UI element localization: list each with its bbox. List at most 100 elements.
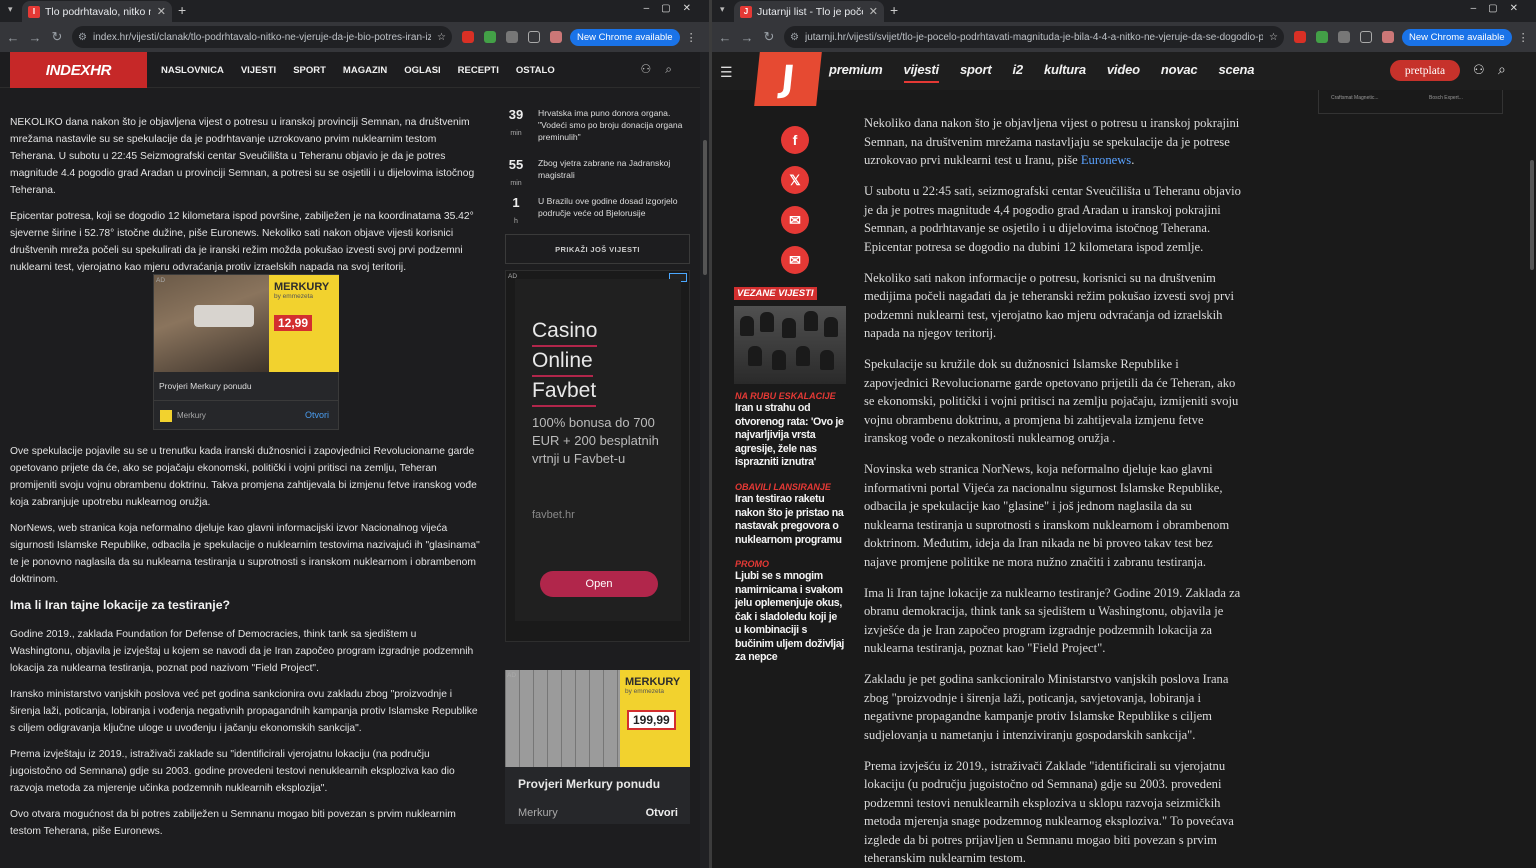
menu-dots-icon[interactable]: ⋮ [1518, 31, 1529, 44]
nav-premium[interactable]: premium [829, 62, 883, 83]
show-more-news-button[interactable]: PRIKAŽI JOŠ VIJESTI [505, 234, 690, 264]
new-chrome-button[interactable]: New Chrome available [1402, 28, 1512, 46]
site-info-icon[interactable]: ⚙ [78, 32, 87, 43]
back-icon[interactable]: ← [2, 30, 24, 45]
new-tab-icon[interactable]: + [890, 2, 898, 18]
tab-jutarnji[interactable]: J Jutarnji list - Tlo je počel ✕ [734, 1, 884, 22]
article-text: . [1131, 153, 1135, 167]
figure-shape [824, 317, 838, 337]
nav-recepti[interactable]: RECEPTI [458, 65, 499, 76]
nav-i2[interactable]: i2 [1013, 62, 1024, 83]
main-nav: NASLOVNICA VIJESTI SPORT MAGAZIN OGLASI … [161, 65, 572, 76]
url-text: index.hr/vijesti/clanak/tlo-podrhtavalo-… [92, 31, 432, 43]
news-item[interactable]: 55 min Zbog vjetra zabrane na Jadranskoj … [505, 157, 690, 190]
site-header: ☰ premium vijesti sport i2 kultura video… [712, 52, 1536, 90]
messenger-share-icon[interactable]: ✉ [781, 206, 809, 234]
facebook-share-icon[interactable]: f [781, 126, 809, 154]
nav-oglasi[interactable]: OGLASI [404, 65, 440, 76]
new-tab-icon[interactable]: + [178, 2, 186, 18]
index-logo[interactable]: INDEXHR [10, 52, 147, 88]
window-controls[interactable]: –▢✕ [1471, 3, 1530, 14]
extensions-puzzle-icon[interactable] [528, 31, 540, 43]
add-user-icon[interactable]: ⚇ [1473, 62, 1485, 78]
extension-icon[interactable] [1316, 31, 1328, 43]
nav-magazin[interactable]: MAGAZIN [343, 65, 387, 76]
tab-title: Jutarnji list - Tlo je počel [757, 5, 863, 18]
extension-icon[interactable] [506, 31, 518, 43]
extension-icon[interactable] [1294, 31, 1306, 43]
bookmark-star-icon[interactable]: ☆ [437, 32, 446, 43]
merkury-ad[interactable]: AD MERKURY by emmezeta 12,99 Provjeri Me… [153, 274, 339, 430]
ad-label: AD [507, 672, 517, 679]
scrollbar-thumb[interactable] [1530, 160, 1534, 270]
forward-icon[interactable]: → [736, 30, 758, 45]
nav-vijesti[interactable]: vijesti [903, 62, 939, 83]
related-item[interactable]: PROMO Ljubi se s mnogim namirnicama i sv… [735, 559, 845, 665]
site-info-icon[interactable]: ⚙ [790, 32, 799, 43]
related-item[interactable]: NA RUBU ESKALACIJE Iran u strahu od otvo… [735, 391, 845, 470]
ad-price: 199,99 [627, 710, 676, 730]
extensions-puzzle-icon[interactable] [1360, 31, 1372, 43]
related-item[interactable]: OBAVILI LANSIRANJE Iran testirao raketu … [735, 482, 845, 547]
tab-index[interactable]: I Tlo podrhtavalo, nitko ne ✕ [22, 1, 172, 22]
ad-open-link[interactable]: Otvori [646, 807, 678, 819]
merkury-ad[interactable]: AD MERKURY by emmezeta 199,99 Provjeri M… [505, 670, 690, 824]
extension-icon[interactable] [462, 31, 474, 43]
related-news-image[interactable] [734, 306, 846, 384]
profile-avatar[interactable] [1382, 31, 1394, 43]
nav-sport[interactable]: sport [960, 62, 992, 83]
scrollbar-thumb[interactable] [703, 140, 707, 275]
top-ad-strip[interactable]: Craftsmat Magnetic... Bosch Expert... [1318, 90, 1503, 114]
article-paragraph: Godine 2019., zaklada Foundation for Def… [10, 629, 474, 674]
url-text: jutarnji.hr/vijesti/svijet/tlo-je-pocelo… [804, 31, 1264, 43]
back-icon[interactable]: ← [714, 30, 736, 45]
bookmark-star-icon[interactable]: ☆ [1269, 32, 1278, 43]
news-time: 1 [512, 195, 520, 210]
extension-icon[interactable] [1338, 31, 1350, 43]
search-icon[interactable]: ⌕ [665, 62, 686, 76]
forward-icon[interactable]: → [24, 30, 46, 45]
x-share-icon[interactable]: 𝕏 [781, 166, 809, 194]
tab-search-icon[interactable]: ▾ [720, 4, 725, 15]
menu-dots-icon[interactable]: ⋮ [686, 31, 697, 44]
related-kicker: OBAVILI LANSIRANJE [735, 482, 831, 492]
hamburger-menu-icon[interactable]: ☰ [720, 64, 733, 81]
profile-avatar[interactable] [550, 31, 562, 43]
euronews-link[interactable]: Euronews [1081, 153, 1131, 167]
nav-video[interactable]: video [1107, 62, 1140, 83]
nav-scena[interactable]: scena [1218, 62, 1254, 83]
window-controls[interactable]: –▢✕ [644, 3, 703, 14]
email-share-icon[interactable]: ✉ [781, 246, 809, 274]
reload-icon[interactable]: ↻ [46, 29, 68, 45]
figure-shape [760, 312, 774, 332]
news-item[interactable]: 1 h U Brazilu ove godine dosad izgorjelo … [505, 195, 690, 228]
new-chrome-button[interactable]: New Chrome available [570, 28, 680, 46]
reload-icon[interactable]: ↻ [758, 29, 780, 45]
extension-icon[interactable] [484, 31, 496, 43]
merkury-logo-icon [160, 410, 172, 422]
nav-ostalo[interactable]: OSTALO [516, 65, 555, 76]
address-bar[interactable]: ⚙ index.hr/vijesti/clanak/tlo-podrhtaval… [72, 26, 452, 48]
nav-sport[interactable]: SPORT [293, 65, 326, 76]
user-icon[interactable]: ⚇ [641, 62, 666, 76]
jutarnji-logo[interactable]: J [754, 52, 822, 106]
nav-naslovnica[interactable]: NASLOVNICA [161, 65, 224, 76]
subscribe-button[interactable]: pretplata [1390, 60, 1460, 81]
ad-open-link[interactable]: Otvori [305, 410, 329, 420]
article-body: Ove spekulacije pojavile su se u trenutk… [10, 443, 480, 849]
close-tab-icon[interactable]: ✕ [157, 5, 166, 18]
nav-novac[interactable]: novac [1161, 62, 1198, 83]
ad-brand-sub: by emmezeta [625, 688, 665, 695]
related-kicker: PROMO [735, 559, 770, 569]
figure-shape [772, 350, 786, 370]
address-bar[interactable]: ⚙ jutarnji.hr/vijesti/svijet/tlo-je-poce… [784, 26, 1284, 48]
ad-open-button[interactable]: Open [540, 571, 658, 597]
nav-vijesti[interactable]: VIJESTI [241, 65, 276, 76]
tab-search-icon[interactable]: ▾ [8, 4, 13, 15]
ad-domain: favbet.hr [532, 509, 575, 521]
close-tab-icon[interactable]: ✕ [869, 5, 878, 18]
news-item[interactable]: 39 min Hrvatska ima puno donora organa. "… [505, 107, 690, 143]
search-icon[interactable]: ⌕ [1498, 61, 1506, 78]
favbet-ad[interactable]: AD Casino Online Favbet 100% bonusa do 7… [505, 270, 690, 642]
nav-kultura[interactable]: kultura [1044, 62, 1086, 83]
